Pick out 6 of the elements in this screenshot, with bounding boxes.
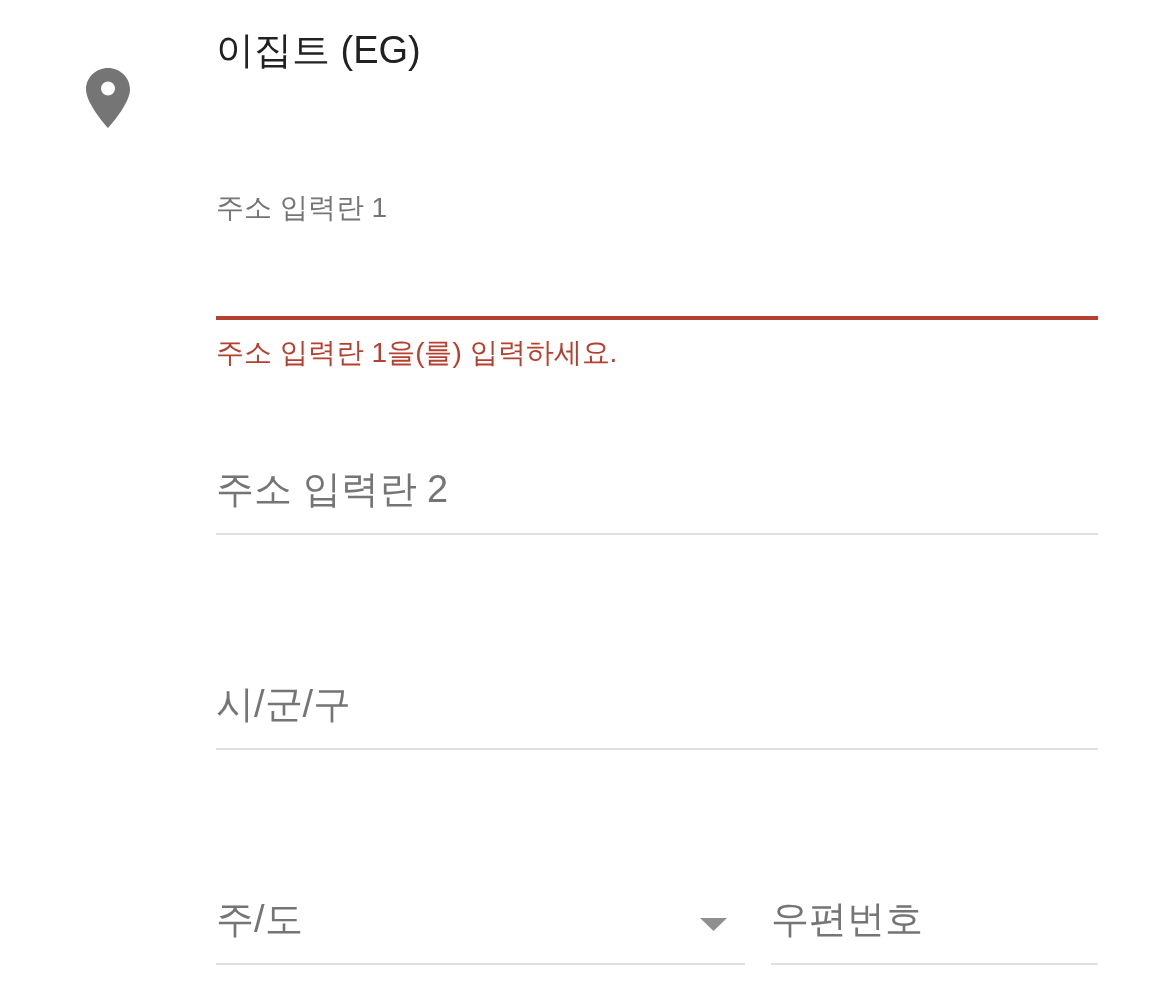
country-name: 이집트 (EG) [216, 28, 422, 73]
location-pin-icon [86, 68, 130, 128]
error-message: 주소 입력란 1을(를) 입력하세요. [216, 336, 618, 370]
dropdown-field[interactable]: 주/도 [216, 875, 745, 965]
caret-icon [700, 917, 727, 931]
floating-label: 주소 입력란 1 [216, 191, 388, 225]
